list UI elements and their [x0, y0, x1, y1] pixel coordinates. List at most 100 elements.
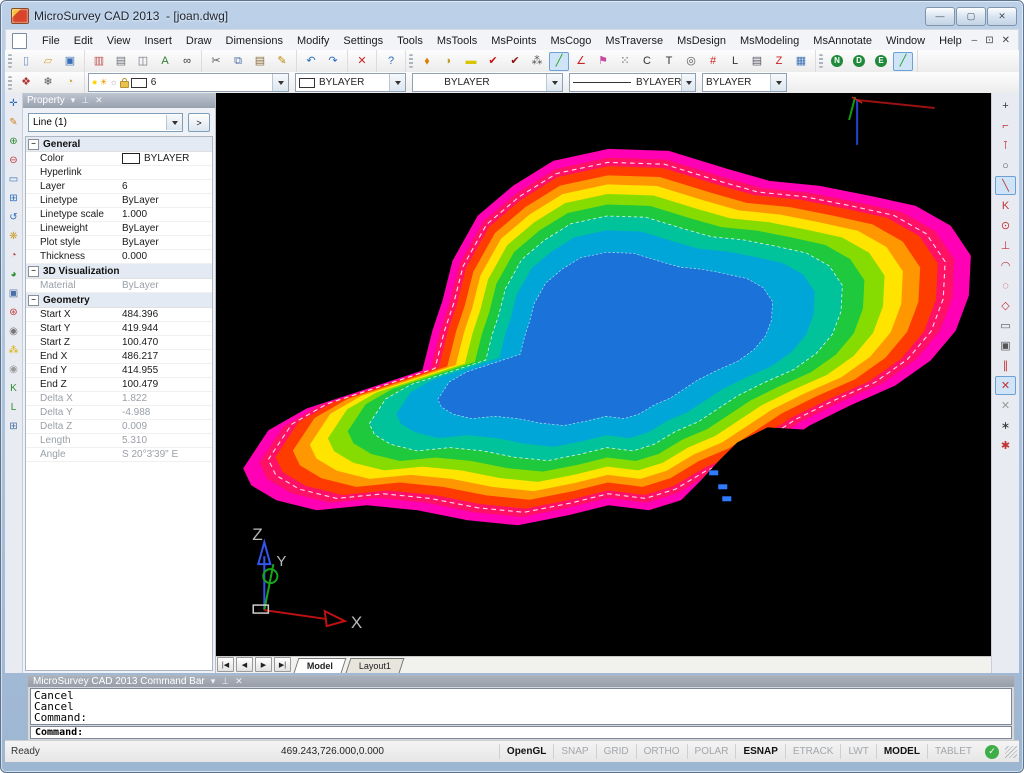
help-icon[interactable]: ?	[381, 52, 401, 71]
tab-nav-0[interactable]: |◀	[217, 657, 234, 672]
property-panel-titlebar[interactable]: Property ▾ ⊥ ✕	[23, 93, 215, 108]
zoom-window-icon[interactable]: ▭	[5, 171, 22, 188]
status-toggle-polar[interactable]: POLAR	[687, 744, 736, 759]
north-toggle-icon[interactable]: N	[827, 52, 847, 71]
entity-selector-arrow[interactable]	[166, 115, 182, 130]
snap-parallel-icon[interactable]: ∥	[995, 356, 1016, 375]
menu-item-edit[interactable]: Edit	[67, 33, 100, 49]
property-section-general[interactable]: −General	[26, 137, 212, 152]
minimize-button[interactable]: —	[925, 7, 955, 26]
status-renderer[interactable]: OpenGL	[499, 744, 553, 759]
snap-quadrant-icon[interactable]: ◇	[995, 296, 1016, 315]
zoom-extents-icon[interactable]: ⊞	[5, 190, 22, 207]
zoom-point-icon[interactable]: ◎	[681, 52, 701, 71]
layer-combobox[interactable]: ● ☀ ☼ 6	[88, 73, 289, 92]
command-menu-icon[interactable]: ▾	[211, 676, 216, 687]
paste-icon[interactable]: ▤	[250, 52, 270, 71]
snap-tangent-icon[interactable]: ◠	[995, 256, 1016, 275]
visibility-2-icon[interactable]: ◉	[5, 361, 22, 378]
property-section-3d-visualization[interactable]: −3D Visualization	[26, 264, 212, 279]
tool-bag-icon[interactable]: ◗	[439, 52, 459, 71]
angle-tool-icon[interactable]: ∠	[571, 52, 591, 71]
menu-item-insert[interactable]: Insert	[137, 33, 179, 49]
menu-item-mstools[interactable]: MsTools	[430, 33, 484, 49]
tab-layout1[interactable]: Layout1	[346, 658, 405, 673]
panel-menu-icon[interactable]: ▾	[71, 95, 76, 106]
collapse-icon[interactable]: −	[28, 139, 39, 150]
view-previous-icon[interactable]: ↺	[5, 209, 22, 226]
save-file-icon[interactable]: ▣	[60, 52, 80, 71]
status-toggle-ortho[interactable]: ORTHO	[636, 744, 687, 759]
linetype-dropdown-arrow[interactable]	[681, 74, 695, 91]
delete-icon[interactable]: ✕	[352, 52, 372, 71]
menu-item-mscogo[interactable]: MsCogo	[543, 33, 598, 49]
menu-item-msannotate[interactable]: MsAnnotate	[806, 33, 879, 49]
snap-settings-icon[interactable]: ✱	[995, 436, 1016, 455]
property-row-end-y[interactable]: End Y414.955	[26, 364, 212, 378]
linetype-name-dropdown-arrow[interactable]	[546, 74, 562, 91]
smart-line-icon[interactable]: ╱	[893, 52, 913, 71]
status-toggle-tablet[interactable]: TABLET	[927, 744, 979, 759]
mdi-close-icon[interactable]: ✕	[1002, 35, 1010, 46]
copy-icon[interactable]: ⧉	[228, 52, 248, 71]
entity-selector-combobox[interactable]: Line (1)	[28, 113, 183, 132]
camera-icon[interactable]: ▣	[5, 285, 22, 302]
mdi-minimize-icon[interactable]: –	[972, 35, 978, 46]
property-row-length[interactable]: Length5.310	[26, 434, 212, 448]
lineweight-dropdown-arrow[interactable]	[770, 74, 786, 91]
tab-nav-2[interactable]: ▶	[255, 657, 272, 672]
scale-z-icon[interactable]: Z	[769, 52, 789, 71]
resize-grip[interactable]	[1005, 746, 1017, 758]
annotate-t-icon[interactable]: T	[659, 52, 679, 71]
close-button[interactable]: ✕	[987, 7, 1017, 26]
snap-rectangle-icon[interactable]: ▭	[995, 316, 1016, 335]
snap-circle-icon[interactable]: ○	[995, 156, 1016, 175]
menu-item-modify[interactable]: Modify	[290, 33, 336, 49]
property-section-geometry[interactable]: −Geometry	[26, 293, 212, 308]
status-toggle-snap[interactable]: SNAP	[553, 744, 595, 759]
match-properties-icon[interactable]: ✎	[272, 52, 292, 71]
collapse-icon[interactable]: −	[28, 295, 39, 306]
render-sphere-icon[interactable]: ◕	[5, 266, 22, 283]
grip-handle[interactable]	[722, 496, 731, 501]
redo-icon[interactable]: ↷	[323, 52, 343, 71]
point-symbols-icon[interactable]: ⁂	[527, 52, 547, 71]
property-row-lineweight[interactable]: LineweightByLayer	[26, 222, 212, 236]
status-toggle-etrack[interactable]: ETRACK	[785, 744, 841, 759]
panel-pin-icon[interactable]: ⊥	[81, 95, 89, 106]
find-icon[interactable]: ∞	[177, 52, 197, 71]
plot-setup-icon[interactable]: ▥	[89, 52, 109, 71]
new-file-icon[interactable]: ▯	[16, 52, 36, 71]
menu-item-settings[interactable]: Settings	[336, 33, 390, 49]
snap-crosshair-icon[interactable]: +	[995, 96, 1016, 115]
toolbar-grip[interactable]	[8, 76, 12, 90]
command-pin-icon[interactable]: ⊥	[221, 676, 229, 687]
property-row-thickness[interactable]: Thickness0.000	[26, 250, 212, 264]
snap-apparent-int-icon[interactable]: ✕	[995, 396, 1016, 415]
orbit-3d-icon[interactable]: ◔	[5, 247, 22, 264]
menu-item-mspoints[interactable]: MsPoints	[484, 33, 543, 49]
layer-dropdown-arrow[interactable]	[272, 74, 288, 91]
distance-toggle-icon[interactable]: D	[849, 52, 869, 71]
snap-midpoint-icon[interactable]: K	[995, 196, 1016, 215]
status-coordinates[interactable]: 469.243,726.000,0.000	[274, 744, 391, 759]
drawing-viewport[interactable]: Z Y X	[216, 93, 991, 656]
pan-icon[interactable]: ✛	[5, 95, 22, 112]
command-input[interactable]: Command:	[30, 726, 1012, 739]
mdi-restore-icon[interactable]: ⊡	[985, 35, 993, 46]
elevation-toggle-icon[interactable]: E	[871, 52, 891, 71]
traverse-icon[interactable]: ⚑	[593, 52, 613, 71]
linetype-name-combobox[interactable]: BYLAYER	[412, 73, 563, 92]
property-row-end-z[interactable]: End Z100.479	[26, 378, 212, 392]
spell-check-icon[interactable]: A	[155, 52, 175, 71]
status-toggle-model[interactable]: MODEL	[876, 744, 927, 759]
property-row-angle[interactable]: AngleS 20°3'39" E	[26, 448, 212, 462]
import-points-icon[interactable]: ✔	[505, 52, 525, 71]
status-toggle-lwt[interactable]: LWT	[840, 744, 875, 759]
open-file-icon[interactable]: ▱	[38, 52, 58, 71]
snap-nearest-icon[interactable]: ╲	[995, 176, 1016, 195]
light-points-icon[interactable]: ⁂	[5, 342, 22, 359]
visibility-icon[interactable]: ◉	[5, 323, 22, 340]
grip-handle[interactable]	[709, 470, 718, 475]
menu-item-msmodeling[interactable]: MsModeling	[733, 33, 806, 49]
